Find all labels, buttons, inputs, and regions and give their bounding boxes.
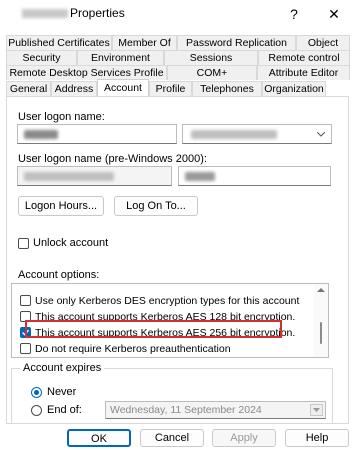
log-on-to-button[interactable]: Log On To...	[114, 196, 198, 216]
apply-button[interactable]: Apply	[212, 429, 276, 447]
tab-address[interactable]: Address	[51, 81, 97, 96]
option-checkbox[interactable]	[20, 343, 31, 354]
help-dialog-button[interactable]: Help	[285, 429, 349, 447]
account-expires-label: Account expires	[20, 362, 105, 374]
option-label: Do not require Kerberos preauthenticatio…	[35, 342, 231, 355]
never-radio-button[interactable]	[31, 386, 42, 398]
domain-prefix-field	[17, 166, 172, 186]
options-scrollbar[interactable]	[314, 284, 328, 357]
logon-name-pre2000-input[interactable]	[178, 166, 331, 186]
end-of-date-value: Wednesday, 11 September 2024	[110, 404, 262, 416]
cancel-button[interactable]: Cancel	[140, 429, 204, 447]
tab-security[interactable]: Security	[6, 50, 77, 65]
end-of-radio[interactable]: End of:	[31, 404, 82, 416]
list-item[interactable]: Do not require Kerberos preauthenticatio…	[20, 341, 231, 356]
tab-general[interactable]: General	[6, 81, 51, 96]
help-icon: ?	[290, 6, 298, 22]
tab-remote-control[interactable]: Remote control	[258, 50, 350, 65]
tab-row-1: Published Certificates Member Of Passwor…	[6, 35, 350, 50]
unlock-account-label: Unlock account	[33, 237, 109, 249]
scrollbar-thumb[interactable]	[320, 322, 322, 344]
logon-name-input[interactable]	[17, 124, 177, 144]
chevron-down-icon	[317, 132, 325, 137]
tab-sessions[interactable]: Sessions	[164, 50, 258, 65]
tab-object[interactable]: Object	[296, 35, 350, 50]
list-item[interactable]: Use only Kerberos DES encryption types f…	[20, 293, 299, 308]
unlock-account-checkbox[interactable]: Unlock account	[18, 237, 108, 249]
help-button[interactable]: ?	[276, 2, 312, 26]
logon-name-label: User logon name:	[18, 111, 105, 123]
scroll-up-icon[interactable]	[317, 287, 325, 292]
redacted-username	[22, 9, 68, 19]
upn-suffix-select[interactable]	[182, 124, 332, 144]
close-button[interactable]: ✕	[316, 2, 352, 26]
chevron-down-icon	[313, 408, 320, 412]
tab-telephones[interactable]: Telephones	[192, 81, 262, 96]
tab-member-of[interactable]: Member Of	[112, 35, 177, 50]
never-radio[interactable]: Never	[31, 386, 76, 398]
logon-name-pre2000-label: User logon name (pre-Windows 2000):	[18, 153, 207, 165]
window-title-text: Properties	[70, 6, 125, 20]
redacted-logon-name	[24, 130, 58, 139]
tab-profile[interactable]: Profile	[149, 81, 192, 96]
end-of-date-picker: Wednesday, 11 September 2024	[105, 401, 326, 419]
highlight-annotation	[25, 320, 282, 338]
option-checkbox[interactable]	[20, 295, 31, 306]
never-label: Never	[47, 386, 77, 398]
close-icon: ✕	[328, 6, 340, 22]
option-label: Use only Kerberos DES encryption types f…	[35, 294, 300, 307]
tab-remote-desktop-services-profile[interactable]: Remote Desktop Services Profile	[6, 65, 167, 80]
tab-account[interactable]: Account	[97, 79, 149, 96]
logon-hours-button[interactable]: Logon Hours...	[18, 196, 104, 216]
window-title: Properties	[22, 6, 125, 20]
tab-organization[interactable]: Organization	[262, 81, 326, 96]
redacted-domain-prefix	[24, 172, 114, 181]
account-options-label: Account options:	[18, 269, 100, 281]
tab-attribute-editor[interactable]: Attribute Editor	[257, 65, 350, 80]
tab-row-4: General Address Account Profile Telephon…	[6, 79, 350, 96]
end-of-radio-button[interactable]	[31, 404, 42, 416]
tab-password-replication[interactable]: Password Replication	[177, 35, 296, 50]
tab-published-certificates[interactable]: Published Certificates	[6, 35, 112, 50]
tab-row-3: Remote Desktop Services Profile COM+ Att…	[6, 65, 350, 80]
redacted-pre2000-name	[185, 172, 215, 181]
redacted-upn-suffix	[191, 130, 277, 139]
end-of-label: End of:	[47, 404, 82, 416]
tab-com-plus[interactable]: COM+	[167, 65, 257, 80]
tab-row-2: Security Environment Sessions Remote con…	[6, 50, 350, 65]
calendar-dropdown-button	[310, 404, 323, 416]
unlock-checkbox-box[interactable]	[18, 237, 29, 249]
tab-environment[interactable]: Environment	[77, 50, 164, 65]
ok-button[interactable]: OK	[67, 429, 131, 447]
